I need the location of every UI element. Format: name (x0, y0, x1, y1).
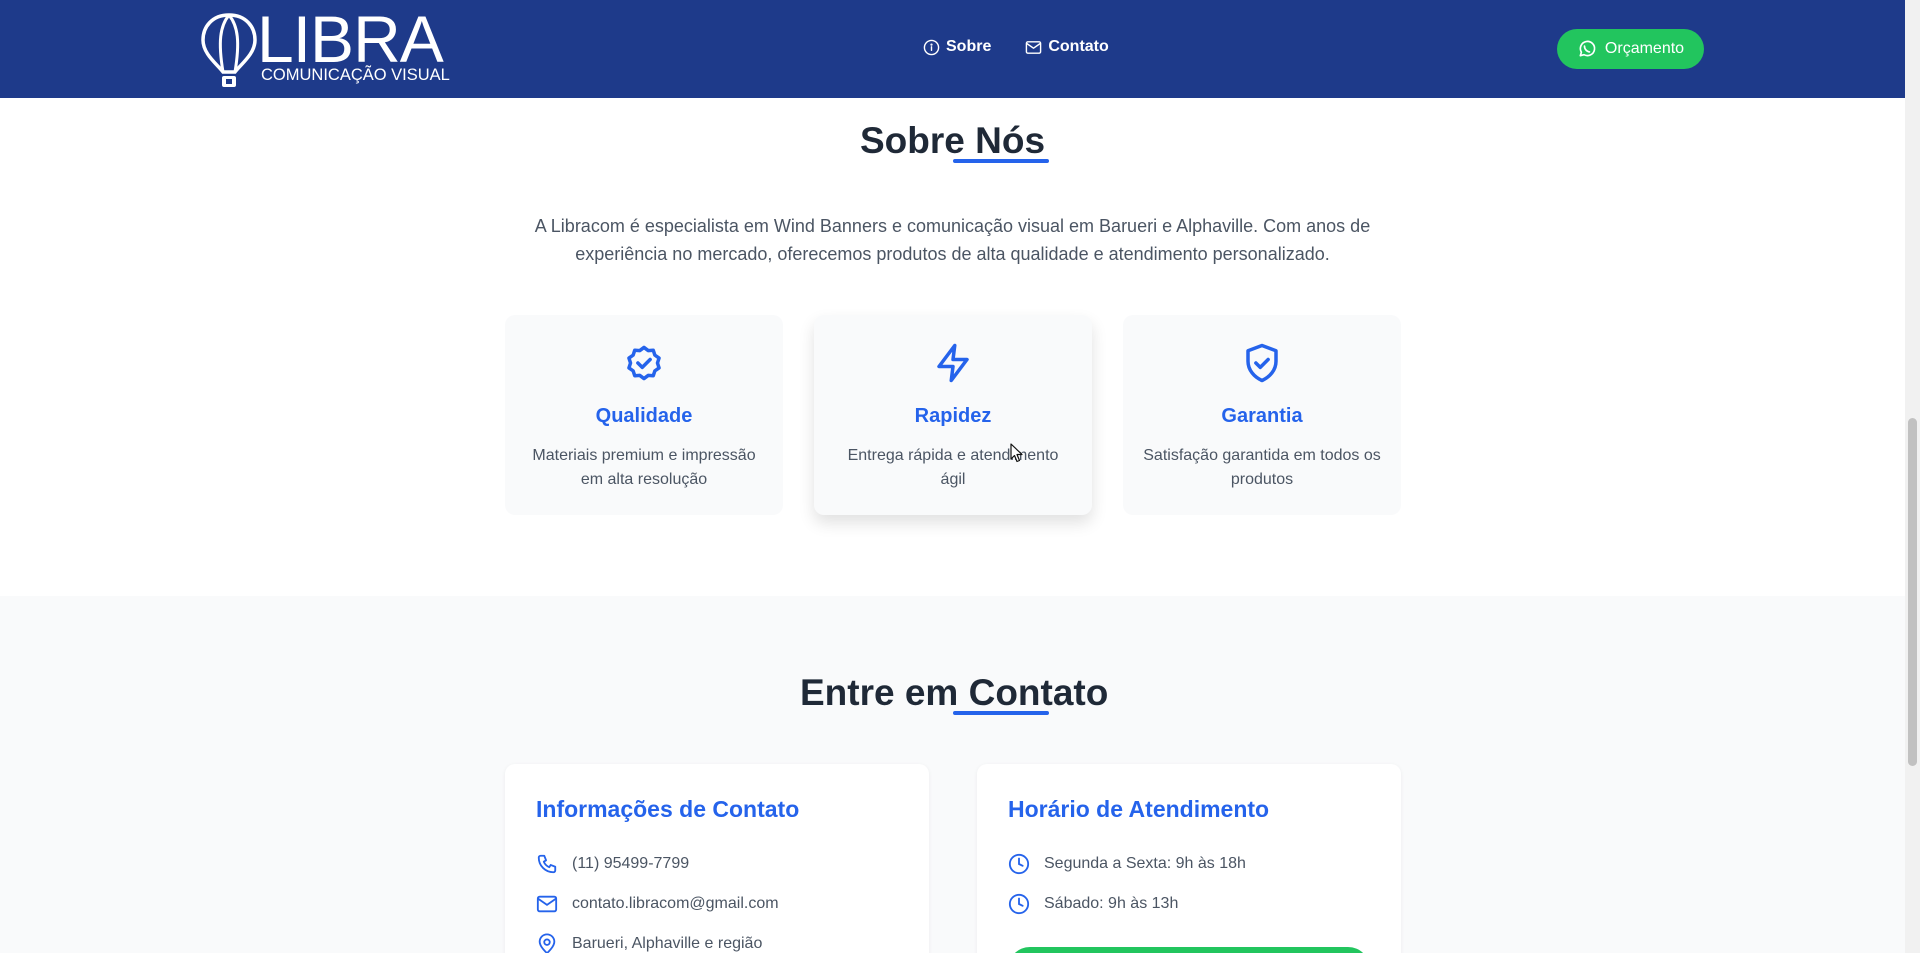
shield-check-icon (1246, 343, 1278, 383)
feature-description: Satisfação garantida em todos os produto… (1143, 447, 1381, 488)
nav-label: Contato (1048, 38, 1109, 55)
libra-logo[interactable]: LIBRA COMUNICAÇÃO VISUAL (200, 2, 460, 88)
email-row[interactable]: contato.libracom@gmail.com (536, 893, 779, 915)
contact-section (0, 596, 1905, 953)
feature-card-rapidez: Rapidez Entrega rápida e atendimento ági… (814, 315, 1092, 515)
logo-wordmark: LIBRA (257, 2, 444, 76)
card-title: Informações de Contato (536, 796, 800, 822)
nav-link-contato[interactable]: Contato (1025, 38, 1109, 56)
about-description: A Libracom é especialista em Wind Banner… (534, 216, 1371, 264)
hours-text: Sábado: 9h às 13h (1044, 895, 1179, 912)
title-underline (953, 159, 1049, 163)
feature-card-qualidade: Qualidade Materiais premium e impressão … (505, 315, 783, 515)
clock-icon (1008, 853, 1030, 875)
card-title: Horário de Atendimento (1008, 796, 1270, 822)
lightning-icon (937, 343, 969, 383)
balloon-icon (201, 13, 257, 87)
contact-title: Entre em Contato (800, 672, 1109, 713)
nav-link-sobre[interactable]: Sobre (923, 38, 991, 56)
site-header: LIBRA COMUNICAÇÃO VISUAL Sobre Contato O… (0, 0, 1905, 98)
phone-text: (11) 95499-7799 (572, 855, 690, 872)
scrollbar-thumb[interactable] (1908, 418, 1917, 766)
title-underline (953, 711, 1049, 715)
hours-text: Segunda a Sexta: 9h às 18h (1044, 855, 1246, 872)
feature-description: Materiais premium e impressão em alta re… (532, 447, 756, 488)
page-scrollbar[interactable] (1905, 0, 1920, 953)
orcamento-button[interactable]: Orçamento (1557, 29, 1704, 69)
feature-card-garantia: Garantia Satisfação garantida em todos o… (1123, 315, 1401, 515)
feature-title: Rapidez (914, 405, 992, 427)
mouse-cursor-icon (1010, 443, 1023, 463)
email-text: contato.libracom@gmail.com (572, 895, 779, 912)
feature-title: Garantia (1221, 405, 1303, 427)
feature-description: Entrega rápida e atendimento ágil (847, 447, 1059, 488)
location-text: Barueri, Alphaville e região (572, 935, 763, 952)
contact-info-card: Informações de Contato (11) 95499-7799 c… (505, 764, 929, 953)
about-title: Sobre Nós (860, 120, 1046, 161)
phone-icon (537, 854, 557, 874)
hours-row-saturday: Sábado: 9h às 13h (1008, 893, 1178, 915)
clock-icon (1008, 893, 1030, 915)
info-icon (923, 39, 940, 55)
business-hours-card: Horário de Atendimento Segunda a Sexta: … (977, 764, 1401, 953)
hours-row-weekdays: Segunda a Sexta: 9h às 18h (1008, 853, 1246, 875)
mail-icon (536, 895, 558, 913)
location-row: Barueri, Alphaville e região (536, 933, 762, 953)
feature-title: Qualidade (595, 405, 693, 427)
mail-icon (1026, 40, 1042, 54)
nav-label: Sobre (946, 38, 992, 55)
whatsapp-contact-button[interactable] (1008, 947, 1370, 953)
map-pin-icon (538, 933, 556, 953)
orcamento-label: Orçamento (1604, 40, 1685, 57)
whatsapp-icon (1579, 40, 1596, 57)
badge-check-icon (627, 345, 661, 381)
main-nav: Sobre Contato (923, 38, 1109, 56)
logo-tagline: COMUNICAÇÃO VISUAL (261, 66, 450, 84)
phone-row[interactable]: (11) 95499-7799 (536, 853, 689, 875)
